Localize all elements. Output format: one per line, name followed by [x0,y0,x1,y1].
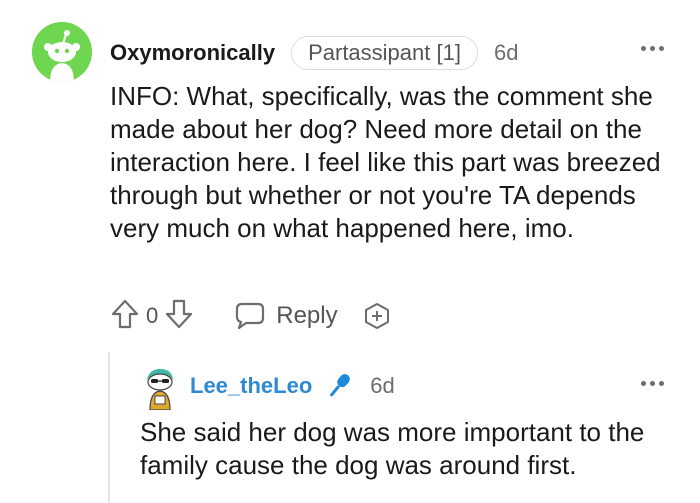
reply-avatar[interactable] [143,366,177,411]
user-avatar[interactable] [32,22,92,82]
comment-username[interactable]: Oxymoronically [110,40,275,66]
comment-thread: Oxymoronically Partassipant [1] 6d INFO:… [0,0,700,503]
reply-age: 6d [370,373,395,398]
reply-body: She said her dog was more important to t… [140,417,645,480]
microphone-icon [324,371,354,401]
snoo-avatar-icon [32,22,92,82]
reply-label: Reply [276,302,338,329]
award-plus-icon[interactable] [362,301,392,331]
reply-username[interactable]: Lee_theLeo [190,373,312,399]
vote-count: 0 [146,303,159,328]
thread-line[interactable] [108,352,110,503]
more-options-icon[interactable] [641,46,664,51]
comment-header: Oxymoronically Partassipant [1] 6d [110,36,518,70]
more-options-icon[interactable] [641,381,664,386]
downvote-icon[interactable] [164,298,194,335]
snoo-avatar-icon [147,369,173,411]
reply-button[interactable]: Reply [234,301,338,331]
comment-body: INFO: What, specifically, was the commen… [110,81,661,243]
upvote-icon[interactable] [110,298,140,335]
reply-bubble-icon [236,302,265,330]
reply-header: Lee_theLeo 6d [190,370,395,402]
comment-age: 6d [493,40,519,65]
comment-actions: 0 Reply [110,298,392,334]
user-flair: Partassipant [1] [291,36,478,70]
